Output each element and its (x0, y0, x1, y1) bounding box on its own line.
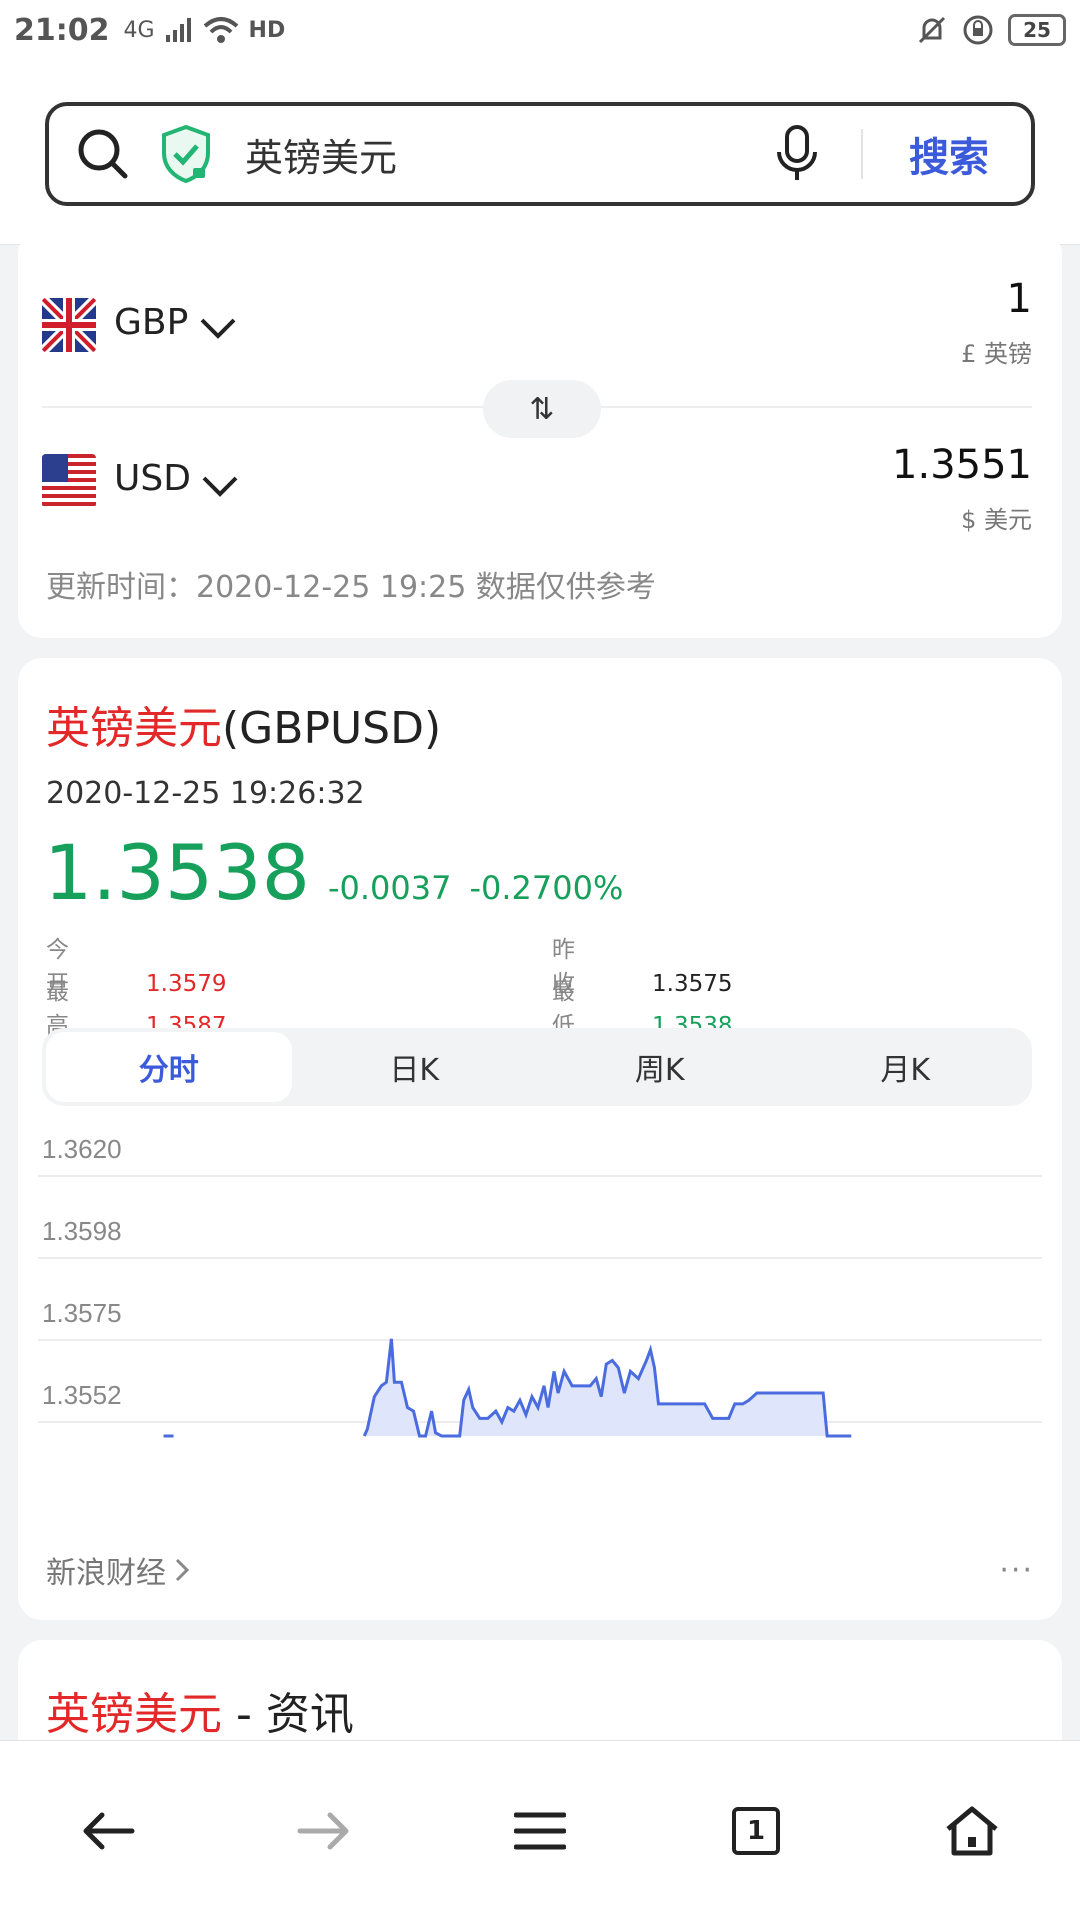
quote-title[interactable]: 英镑美元(GBPUSD) (46, 692, 441, 756)
from-currency-row: GBP 1 £ 英镑 (18, 260, 1062, 380)
home-button[interactable] (922, 1781, 1022, 1881)
y-tick-label: 1.3575 (42, 1298, 122, 1328)
search-icon[interactable] (75, 126, 131, 182)
menu-icon (514, 1811, 566, 1851)
chevron-right-icon (174, 1556, 190, 1584)
menu-button[interactable] (490, 1781, 590, 1881)
y-tick-label: 1.3598 (42, 1216, 122, 1246)
quote-title-code: (GBPUSD) (222, 703, 442, 754)
status-time: 21:02 (14, 12, 110, 48)
to-currency-row: USD 1.3551 $ 美元 (18, 416, 1062, 536)
tab-daily-k[interactable]: 日K (292, 1032, 538, 1102)
y-tick-label: 1.3552 (42, 1380, 122, 1410)
forward-button[interactable] (274, 1781, 374, 1881)
search-bar[interactable]: 英镑美元 搜索 (45, 102, 1035, 206)
quote-title-cn: 英镑美元 (46, 703, 222, 754)
from-unit: £ 英镑 (961, 340, 1032, 368)
chevron-down-icon[interactable] (200, 472, 240, 500)
shield-icon (159, 124, 213, 184)
bottom-navigation: 1 (0, 1740, 1080, 1920)
tab-intraday[interactable]: 分时 (46, 1032, 292, 1102)
chevron-down-icon[interactable] (198, 314, 238, 342)
to-amount: 1.3551 (892, 442, 1032, 488)
quote-timestamp: 2020-12-25 19:26:32 (46, 776, 365, 811)
us-flag-icon (42, 454, 96, 508)
update-time-note: 更新时间：2020-12-25 19:25 数据仅供参考 (46, 570, 656, 605)
search-input[interactable]: 英镑美元 (245, 127, 773, 182)
uk-flag-icon (42, 298, 96, 352)
price-change: -0.0037 (327, 869, 452, 907)
from-amount[interactable]: 1 (1007, 276, 1032, 322)
search-button[interactable]: 搜索 (909, 125, 989, 183)
to-unit: $ 美元 (961, 506, 1032, 534)
y-tick-label: 1.3620 (42, 1134, 122, 1164)
source-link[interactable]: 新浪财经 (46, 1548, 190, 1592)
intraday-chart-svg: 1.3620 1.3598 1.3575 1.3552 (38, 1134, 1042, 1438)
network-icon: 4G (123, 17, 155, 43)
forward-icon (296, 1811, 352, 1851)
quote-card: 英镑美元(GBPUSD) 2020-12-25 19:26:32 1.3538 … (18, 658, 1062, 1620)
intraday-chart[interactable]: 1.3620 1.3598 1.3575 1.3552 (18, 1118, 1062, 1448)
bell-muted-icon (916, 14, 948, 46)
home-icon (944, 1805, 1000, 1857)
from-currency-code[interactable]: GBP (114, 302, 188, 343)
search-header: 英镑美元 搜索 (0, 60, 1080, 245)
quote-price-row: 1.3538 -0.0037 -0.2700% (44, 828, 623, 917)
battery-icon: 25 (1008, 14, 1066, 46)
tabs-button[interactable]: 1 (706, 1781, 806, 1881)
more-options-button[interactable]: ··· (999, 1553, 1034, 1588)
currency-converter-card: GBP 1 £ 英镑 ⇅ USD 1.3551 $ 美元 更新时间：2020-1… (18, 230, 1062, 638)
price-change-pct: -0.2700% (469, 869, 624, 907)
mic-icon[interactable] (773, 124, 821, 184)
current-price: 1.3538 (44, 828, 310, 917)
news-title-suffix: - 资讯 (222, 1689, 354, 1740)
wifi-icon (203, 16, 239, 44)
news-title-cn: 英镑美元 (46, 1689, 222, 1740)
status-bar: 21:02 4G HD 25 (0, 0, 1080, 60)
source-label: 新浪财经 (46, 1556, 166, 1591)
news-title[interactable]: 英镑美元 - 资讯 (46, 1678, 354, 1742)
back-button[interactable] (58, 1781, 158, 1881)
chart-period-tabs: 分时 日K 周K 月K (42, 1028, 1032, 1106)
tab-monthly-k[interactable]: 月K (783, 1032, 1029, 1102)
to-currency-code[interactable]: USD (114, 458, 191, 499)
tab-weekly-k[interactable]: 周K (537, 1032, 783, 1102)
rotation-lock-icon (962, 14, 994, 46)
hd-icon: HD (248, 17, 286, 43)
back-icon (80, 1811, 136, 1851)
tabs-icon: 1 (732, 1807, 780, 1855)
search-divider (861, 129, 863, 179)
signal-icon (165, 17, 193, 43)
